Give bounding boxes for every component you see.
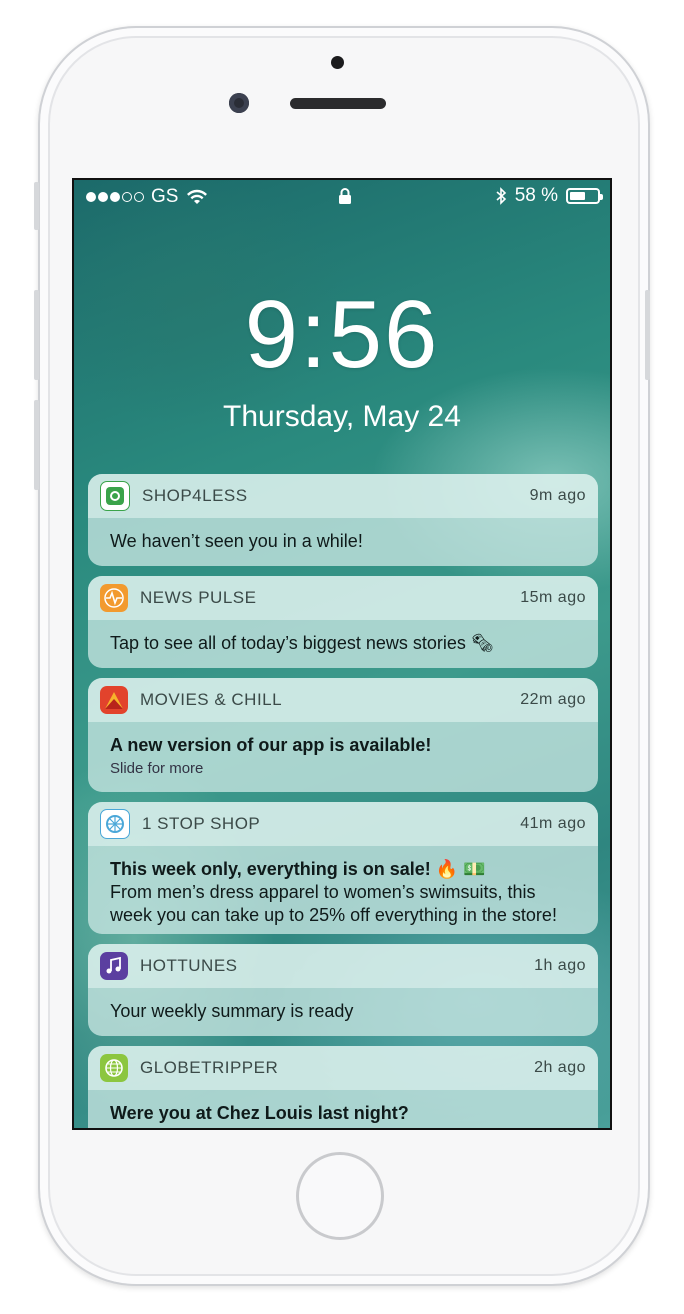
battery-percent: 58 % [514,185,558,206]
notification-card[interactable]: HOTTUNES 1h ago Your weekly summary is r… [88,944,598,1036]
front-camera [229,93,249,113]
notification-body: Tap to see all of today’s biggest news s… [88,620,598,667]
hottunes-icon [100,952,128,980]
shop4less-icon [100,481,130,511]
notification-app-name: 1 STOP SHOP [142,814,261,833]
volume-up-button [34,290,39,380]
status-right: 58 % [495,185,603,207]
notification-time: 2h ago [534,1059,586,1076]
notification-body: A new version of our app is available! S… [88,722,598,792]
notification-card[interactable]: MOVIES & CHILL 22m ago A new version of … [88,678,598,792]
one-stop-shop-icon [100,809,130,839]
notification-app-name: SHOP4LESS [142,486,248,505]
notification-app-name: GLOBETRIPPER [140,1058,279,1077]
notification-card[interactable]: GLOBETRIPPER 2h ago Were you at Chez Lou… [88,1046,598,1128]
notification-message: We haven’t seen you in a while! [110,531,363,551]
notification-app-name: NEWS PULSE [140,588,257,607]
clock-date: Thursday, May 24 [223,400,461,433]
lock-icon [339,188,351,204]
battery-fill [570,192,585,200]
signal-dot-empty [122,192,132,202]
notification-time: 15m ago [520,589,586,606]
notification-title: A new version of our app is available! [110,735,432,755]
notification-header: 1 STOP SHOP 41m ago [88,802,598,846]
movies-chill-icon [100,686,128,714]
notification-card[interactable]: NEWS PULSE 15m ago Tap to see all of tod… [88,576,598,668]
notification-time: 9m ago [529,487,586,504]
globetripper-icon [100,1054,128,1082]
mute-switch [34,182,39,230]
notification-body: We haven’t seen you in a while! [88,518,598,565]
wifi-icon [187,189,208,204]
volume-down-button [34,400,39,490]
notification-message: From men’s dress apparel to women’s swim… [110,882,557,925]
signal-dot [110,192,120,202]
notification-body: Your weekly summary is ready [88,988,598,1035]
power-button [645,290,650,380]
notification-subtext: Slide for more [110,760,204,777]
signal-group: GS [86,186,208,208]
notification-time: 1h ago [534,957,586,974]
proximity-sensor [331,56,344,69]
lock-screen: GS 58 % 9:56 Thursday, May 24 SHOP4LESS … [72,178,612,1130]
notification-card[interactable]: SHOP4LESS 9m ago We haven’t seen you in … [88,474,598,566]
signal-dot [98,192,108,202]
notification-body: Were you at Chez Louis last night? [88,1090,598,1128]
notification-message: Tap to see all of today’s biggest news s… [110,633,494,653]
carrier-label: GS [151,186,179,207]
clock-time: 9:56 [244,281,440,388]
signal-dot-empty [134,192,144,202]
notification-header: NEWS PULSE 15m ago [88,576,598,620]
notification-time: 22m ago [520,691,586,708]
notification-title: Were you at Chez Louis last night? [110,1103,409,1123]
notification-header: MOVIES & CHILL 22m ago [88,678,598,722]
news-pulse-icon [100,584,128,612]
notification-header: SHOP4LESS 9m ago [88,474,598,518]
notification-app-name: HOTTUNES [140,956,238,975]
notification-title: This week only, everything is on sale! 🔥… [110,859,486,879]
battery-icon [566,188,603,204]
notification-header: HOTTUNES 1h ago [88,944,598,988]
notification-header: GLOBETRIPPER 2h ago [88,1046,598,1090]
home-button[interactable] [296,1152,384,1240]
signal-dot [86,192,96,202]
notification-time: 41m ago [520,815,586,832]
notification-app-name: MOVIES & CHILL [140,690,283,709]
notification-body: This week only, everything is on sale! 🔥… [88,846,598,934]
bluetooth-icon [496,187,506,205]
notification-card[interactable]: 1 STOP SHOP 41m ago This week only, ever… [88,802,598,934]
notification-message: Your weekly summary is ready [110,1001,354,1021]
earpiece-speaker [290,98,386,109]
status-bar: GS 58 % [74,180,610,212]
